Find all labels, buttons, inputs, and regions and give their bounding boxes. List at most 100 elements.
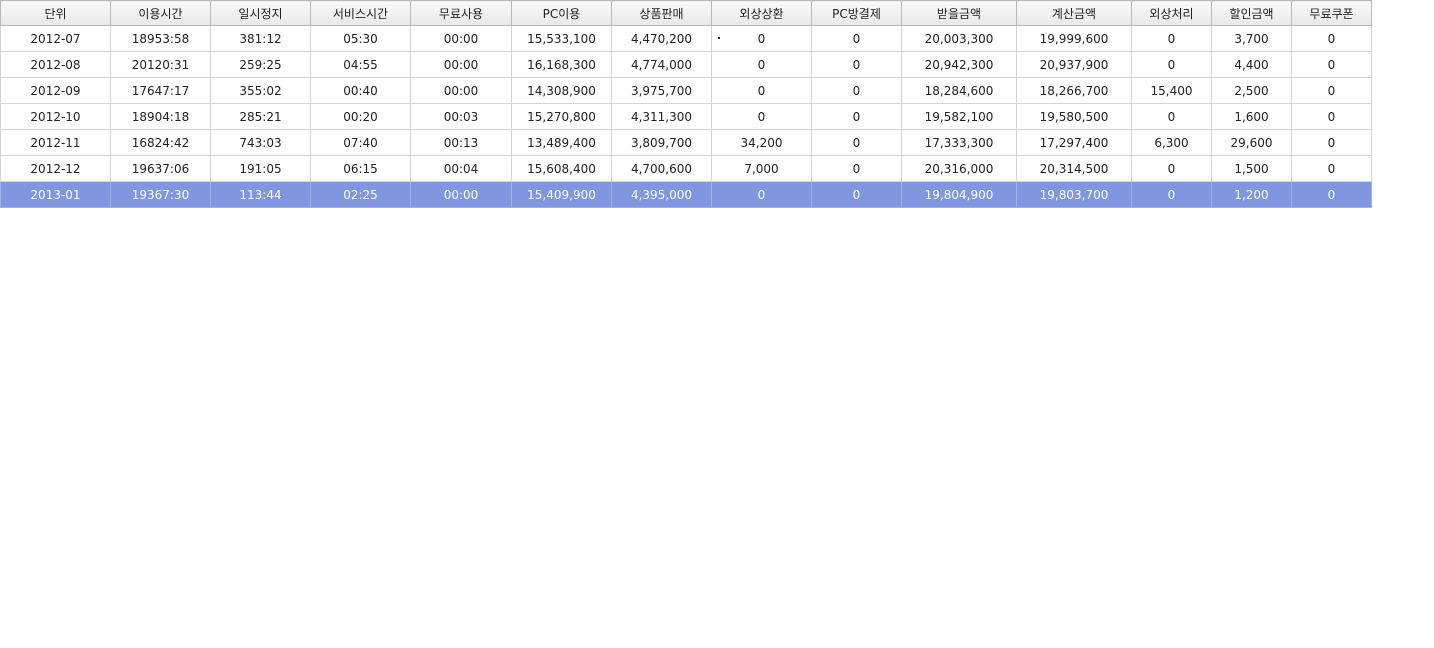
table-cell: 16,168,300: [511, 51, 612, 78]
table-cell: 34,200: [711, 129, 812, 156]
table-cell: 06:15: [310, 155, 411, 182]
table-cell: 355:02: [210, 77, 311, 104]
table-cell: 00:00: [410, 77, 512, 104]
table-row[interactable]: 2012-09 17647:17 355:02 00:40 00:00 14,308,90…: [0, 77, 1372, 104]
column-header-credit-repayment[interactable]: 외상상환: [711, 0, 812, 26]
table-row[interactable]: 2012-08 20120:31 259:25 04:55 00:00 16,168,30…: [0, 51, 1372, 78]
table-cell: 0: [1291, 103, 1372, 130]
table-cell: 285:21: [210, 103, 311, 130]
table-cell: 0: [1291, 25, 1372, 52]
table-cell: 17647:17: [110, 77, 211, 104]
table-cell: 16824:42: [110, 129, 211, 156]
table-cell: 20,314,500: [1016, 155, 1132, 182]
table-cell: 07:40: [310, 129, 411, 156]
table-cell: 00:00: [410, 181, 512, 208]
table-cell: 0: [1131, 103, 1212, 130]
table-cell: 0: [811, 51, 902, 78]
table-cell: 4,700,600: [611, 155, 712, 182]
table-cell: 3,809,700: [611, 129, 712, 156]
column-header-pause-time[interactable]: 일시정지: [210, 0, 311, 26]
table-cell: 0: [1131, 181, 1212, 208]
table-cell: 2,500: [1211, 77, 1292, 104]
monthly-summary-grid: 단위 이용시간 일시정지 서비스시간 무료사용 PC이용 상품판매 외상상환 P…: [0, 0, 1372, 208]
table-cell: 0: [1291, 181, 1372, 208]
table-cell: 191:05: [210, 155, 311, 182]
table-cell: 1,500: [1211, 155, 1292, 182]
table-cell: 4,395,000: [611, 181, 712, 208]
table-cell: 14,308,900: [511, 77, 612, 104]
column-header-unit[interactable]: 단위: [0, 0, 111, 26]
table-cell: 2012-08: [0, 51, 111, 78]
table-cell: 19,803,700: [1016, 181, 1132, 208]
table-cell: 0: [711, 25, 812, 52]
table-cell: 0: [1291, 155, 1372, 182]
column-header-product-sales[interactable]: 상품판매: [611, 0, 712, 26]
table-cell: 4,470,200: [611, 25, 712, 52]
table-cell: 20,316,000: [901, 155, 1017, 182]
table-cell: 18953:58: [110, 25, 211, 52]
table-cell: 18,266,700: [1016, 77, 1132, 104]
table-cell: 4,311,300: [611, 103, 712, 130]
table-cell: 0: [711, 51, 812, 78]
table-cell: 2013-01: [0, 181, 111, 208]
table-cell: 6,300: [1131, 129, 1212, 156]
table-cell: 00:13: [410, 129, 512, 156]
table-row[interactable]: 2012-12 19637:06 191:05 06:15 00:04 15,608,40…: [0, 155, 1372, 182]
table-cell: 19,582,100: [901, 103, 1017, 130]
table-cell: 19,580,500: [1016, 103, 1132, 130]
table-cell: 13,489,400: [511, 129, 612, 156]
column-header-usage-time[interactable]: 이용시간: [110, 0, 211, 26]
table-cell: 00:00: [410, 25, 512, 52]
table-cell: 2012-12: [0, 155, 111, 182]
table-cell: 2012-10: [0, 103, 111, 130]
table-cell: 15,608,400: [511, 155, 612, 182]
table-cell: 00:03: [410, 103, 512, 130]
table-cell: 2012-07: [0, 25, 111, 52]
table-cell: 0: [711, 77, 812, 104]
column-header-service-time[interactable]: 서비스시간: [310, 0, 411, 26]
table-cell: 20,937,900: [1016, 51, 1132, 78]
table-cell: 29,600: [1211, 129, 1292, 156]
table-row[interactable]: 2012-11 16824:42 743:03 07:40 00:13 13,489,40…: [0, 129, 1372, 156]
table-cell: 15,400: [1131, 77, 1212, 104]
table-cell: 3,975,700: [611, 77, 712, 104]
table-cell: 18,284,600: [901, 77, 1017, 104]
column-header-amount-receivable[interactable]: 받을금액: [901, 0, 1017, 26]
table-cell: 20,942,300: [901, 51, 1017, 78]
table-cell: 743:03: [210, 129, 311, 156]
table-cell: 19367:30: [110, 181, 211, 208]
table-cell: 0: [1131, 25, 1212, 52]
column-header-discount-amount[interactable]: 할인금액: [1211, 0, 1292, 26]
table-cell: 19637:06: [110, 155, 211, 182]
table-cell: 15,270,800: [511, 103, 612, 130]
table-cell: 19,999,600: [1016, 25, 1132, 52]
table-cell: 18904:18: [110, 103, 211, 130]
table-cell: 00:04: [410, 155, 512, 182]
column-header-free-use[interactable]: 무료사용: [410, 0, 512, 26]
table-cell: 17,333,300: [901, 129, 1017, 156]
column-header-pc-room-payment[interactable]: PC방결제: [811, 0, 902, 26]
table-cell: 05:30: [310, 25, 411, 52]
table-cell: 0: [1291, 77, 1372, 104]
table-cell: 4,400: [1211, 51, 1292, 78]
column-header-calculated-amount[interactable]: 계산금액: [1016, 0, 1132, 26]
table-cell: 4,774,000: [611, 51, 712, 78]
table-cell: 2012-09: [0, 77, 111, 104]
table-cell: 0: [1131, 51, 1212, 78]
table-cell: 0: [811, 25, 902, 52]
table-body: 2012-07 18953:58 381:12 05:30 00:00 15,533,10…: [0, 25, 1372, 208]
table-cell: 0: [1131, 155, 1212, 182]
table-cell: 0: [811, 129, 902, 156]
table-row[interactable]: 2012-07 18953:58 381:12 05:30 00:00 15,533,10…: [0, 25, 1372, 52]
column-header-free-coupon[interactable]: 무료쿠폰: [1291, 0, 1372, 26]
table-cell: 15,533,100: [511, 25, 612, 52]
column-header-pc-use[interactable]: PC이용: [511, 0, 612, 26]
column-header-credit-processing[interactable]: 외상처리: [1131, 0, 1212, 26]
stray-dot-mark: [718, 37, 720, 39]
table-cell: 259:25: [210, 51, 311, 78]
table-row[interactable]: 2012-10 18904:18 285:21 00:20 00:03 15,270,80…: [0, 103, 1372, 130]
table-cell: 0: [1291, 51, 1372, 78]
table-cell: 0: [811, 103, 902, 130]
table-cell: 17,297,400: [1016, 129, 1132, 156]
table-row-selected[interactable]: 2013-01 19367:30 113:44 02:25 00:00 15,409,90…: [0, 181, 1372, 208]
